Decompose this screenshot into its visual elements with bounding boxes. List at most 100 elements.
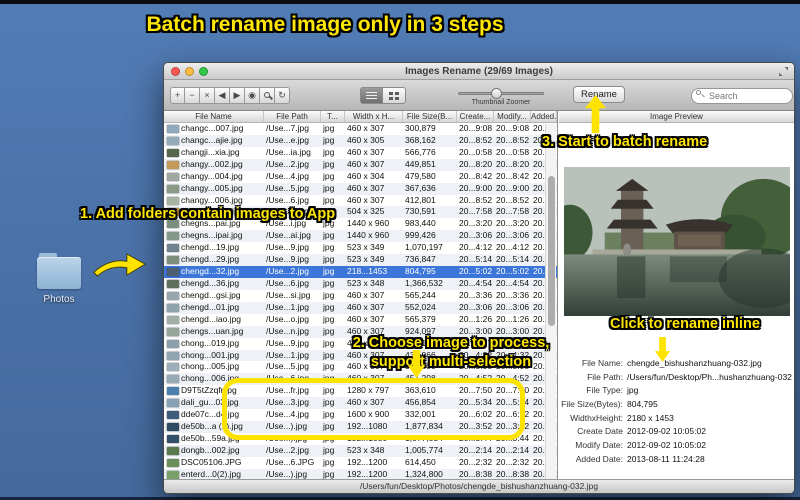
detail-label: File Path:	[587, 371, 623, 382]
column-header[interactable]: File Size(B...	[403, 111, 457, 122]
table-cell: 460 x 307	[347, 182, 385, 193]
table-row[interactable]: changy...002.jpg/Use...2.jpg jpg 460 x 307…	[164, 158, 557, 171]
zoomer-slider-track[interactable]	[458, 88, 544, 99]
table-cell: chengd...36.jpg	[164, 278, 264, 290]
table-cell: jpg	[323, 266, 335, 277]
detail-row: Added Date: 2013-08-11 11:24:28	[559, 453, 792, 467]
file-thumbnail	[167, 446, 179, 455]
table-cell: 20...4:12	[496, 242, 530, 253]
column-header[interactable]: Create...	[457, 111, 494, 122]
column-header[interactable]: T...	[321, 111, 345, 122]
top-edge-strip	[0, 0, 800, 4]
table-cell: 20...0:58	[459, 146, 493, 157]
table-row[interactable]: chengd...gsi.jpg/Use...si.jpg jpg 460 x 30…	[164, 289, 557, 302]
table-cell: 20...9:00	[496, 182, 530, 193]
column-header[interactable]: Added...	[531, 111, 557, 122]
column-header[interactable]: File Path	[264, 111, 321, 122]
table-cell: 20...5:14	[496, 254, 530, 265]
table-cell: 20...4:54	[496, 277, 530, 288]
column-header[interactable]: Modify...	[494, 111, 531, 122]
detail-row: File Name: chengde_bishushanzhuang-032.jp…	[559, 357, 792, 371]
table-row[interactable]: chengd...32.jpg/Use...2.jpg jpg 218...1453…	[164, 266, 557, 278]
table-cell: /Use...2.jpg	[266, 266, 309, 277]
grid-view-button[interactable]	[383, 87, 406, 104]
detail-row: Modify Date: 2012-09-02 10:05:02	[559, 439, 792, 453]
table-cell: /Use...n.jpg	[266, 325, 309, 336]
table-row[interactable]: DSC05106.JPG/Use...6.JPG jpg 192...1200 614…	[164, 456, 557, 469]
table-cell: jpg	[323, 134, 335, 145]
remove-button[interactable]: −	[185, 87, 200, 104]
detail-value: 2180 x 1453	[627, 412, 674, 423]
table-cell: 565,244	[405, 289, 436, 300]
table-row[interactable]: chengd...29.jpg/Use...9.jpg jpg 523 x 349 7…	[164, 254, 557, 267]
table-cell: 367,636	[405, 182, 436, 193]
table-row[interactable]: chengd...01.jpg/Use...1.jpg jpg 460 x 307 5…	[164, 301, 557, 314]
title-bar[interactable]: Images Rename (29/69 Images)	[164, 63, 794, 80]
detail-row: File Type: jpg	[559, 384, 792, 398]
column-header[interactable]: File Name	[164, 111, 264, 122]
zoom-button[interactable]	[199, 67, 208, 76]
table-cell: 460 x 307	[347, 146, 385, 157]
table-cell: 20...8:38	[496, 468, 530, 479]
search-input[interactable]	[691, 88, 793, 104]
file-thumbnail	[167, 458, 179, 467]
table-row[interactable]: changji...xia.jpg/Use...ia.jpg jpg 460 x 3…	[164, 146, 557, 159]
delete-button[interactable]: ×	[200, 87, 215, 104]
table-row[interactable]: dongb...002.jpg/Use...2.jpg jpg 523 x 348 1…	[164, 444, 557, 457]
table-row[interactable]: chengd...iao.jpg/Use...o.jpg jpg 460 x 307…	[164, 313, 557, 326]
detail-row: Create Date 2012-09-02 10:05:02	[559, 425, 792, 439]
file-thumbnail	[167, 434, 179, 443]
table-cell: /Use...4.jpg	[266, 170, 309, 181]
next-button[interactable]: ▶	[230, 87, 245, 104]
zoomer-slider-thumb[interactable]	[490, 88, 502, 99]
scrollbar-thumb[interactable]	[547, 176, 555, 326]
table-row[interactable]: changy...004.jpg/Use...4.jpg jpg 460 x 304…	[164, 170, 557, 183]
table-row[interactable]: chengd...36.jpg/Use...6.jpg jpg 523 x 348 1…	[164, 277, 557, 290]
table-cell: changc...007.jpg	[164, 123, 264, 135]
photos-folder-icon[interactable]	[37, 253, 81, 289]
annotation-step2-line2: support multi-selection	[370, 354, 532, 370]
table-cell: DSC05106.JPG	[164, 457, 264, 469]
table-cell: 20...8:52	[459, 134, 493, 145]
table-cell: 20...8:38	[459, 468, 493, 479]
table-cell: 20...2:14	[496, 444, 530, 455]
arrow-down-selection	[408, 350, 425, 378]
table-cell: chengs...uan.jpg	[164, 326, 264, 338]
file-thumbnail	[167, 411, 179, 420]
search-button[interactable]	[260, 87, 275, 104]
table-row[interactable]: enterd...0(2).jpg/Use...).jpg jpg 192...12…	[164, 468, 557, 479]
quicklook-eye-button[interactable]: ◉	[245, 87, 260, 104]
detail-value: /Users/fun/Desktop/Ph...hushanzhuang-032…	[627, 371, 792, 382]
detail-value[interactable]: chengde_bishushanzhuang-032.jpg	[623, 357, 792, 371]
close-button[interactable]	[171, 67, 180, 76]
search-field[interactable]	[691, 86, 793, 104]
table-cell: 20...3:36	[496, 289, 530, 300]
preview-image	[564, 167, 790, 316]
add-button[interactable]: +	[170, 87, 185, 104]
fullscreen-icon[interactable]	[779, 67, 788, 76]
table-cell: 20...8:20	[459, 158, 493, 169]
table-row[interactable]: chegns...ipai.jpg/Use...ai.jpg jpg 1440 x …	[164, 230, 557, 243]
file-thumbnail	[167, 470, 179, 479]
minimize-button[interactable]	[185, 67, 194, 76]
file-thumbnail	[167, 196, 179, 205]
detail-row: WidthxHeight: 2180 x 1453	[559, 412, 792, 426]
table-row[interactable]: changc...ajie.jpg/Use...e.jpg jpg 460 x 30…	[164, 134, 557, 147]
table-cell: changy...005.jpg	[164, 183, 264, 195]
table-row[interactable]: changc...007.jpg/Use...7.jpg jpg 460 x 307…	[164, 123, 557, 135]
table-cell: /Use...1.jpg	[266, 349, 309, 360]
column-header[interactable]: Width x H...	[345, 111, 403, 122]
previous-button[interactable]: ◀	[215, 87, 230, 104]
table-row[interactable]: chengd...19.jpg/Use...9.jpg jpg 523 x 349 1…	[164, 242, 557, 255]
annotation-inline-hint: Click to rename inline	[610, 316, 760, 332]
refresh-button[interactable]: ↻	[275, 87, 290, 104]
table-cell: 460 x 307	[347, 194, 385, 205]
table-cell: changy...004.jpg	[164, 171, 264, 183]
table-cell: 20...9:08	[496, 123, 530, 133]
table-cell: 20...7:58	[496, 206, 530, 217]
table-cell: 1,005,774	[405, 444, 443, 455]
table-row[interactable]: changy...005.jpg/Use...5.jpg jpg 460 x 307…	[164, 182, 557, 195]
list-view-button[interactable]	[360, 87, 383, 104]
table-cell: chengd...01.jpg	[164, 302, 264, 314]
table-row[interactable]: changy...006.jpg/Use...6.jpg jpg 460 x 307…	[164, 194, 557, 207]
